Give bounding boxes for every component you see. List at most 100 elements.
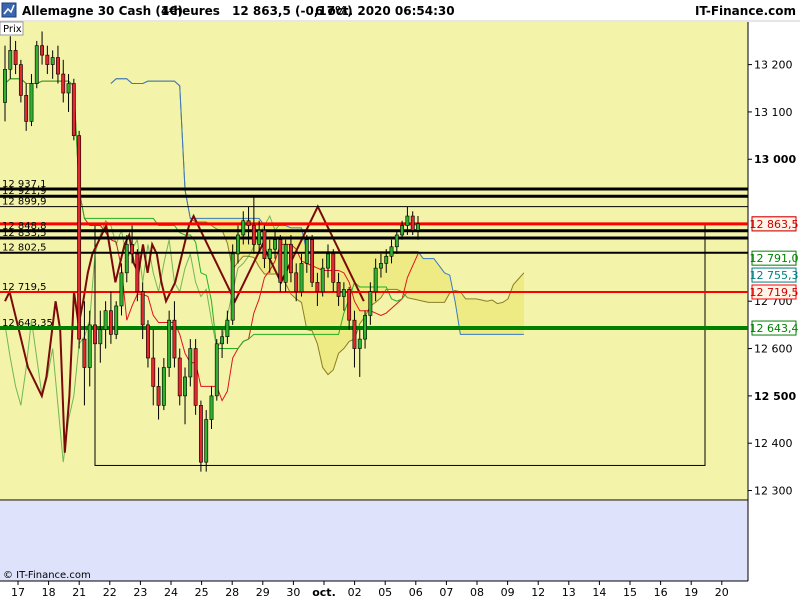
candle-down [56, 57, 60, 75]
candle-down [151, 357, 156, 387]
candle-up [379, 263, 383, 269]
candle-down [45, 54, 50, 65]
candle-up [283, 244, 288, 283]
x-tick-label: 16 [654, 586, 668, 599]
candle-down [347, 289, 352, 321]
y-tick-label: 13 200 [754, 59, 793, 72]
candle-down [77, 135, 82, 340]
candle-down [251, 225, 256, 245]
chart-canvas: Allemagne 30 Cash (1€) 4 heures 12 863,5… [0, 0, 800, 600]
x-tick-label: 12 [531, 586, 545, 599]
candle-up [124, 244, 129, 274]
level-label: 12 802,5 [2, 243, 47, 254]
candle-down [289, 244, 293, 274]
x-tick-label: 18 [42, 586, 56, 599]
x-tick-label: 13 [562, 586, 576, 599]
candle-up [394, 234, 399, 248]
y-tick-label: 13 000 [754, 153, 796, 166]
candle-down [108, 310, 113, 335]
candle-down [294, 272, 299, 293]
candle-down [146, 324, 150, 359]
candle-up [320, 267, 325, 293]
copyright: © IT-Finance.com [3, 570, 91, 581]
candle-up [389, 246, 394, 257]
candle-down [172, 319, 177, 359]
candle-down [135, 253, 140, 293]
candle-up [273, 239, 277, 250]
side-badge-text: 12 791,0 [750, 252, 799, 265]
candle-down [71, 83, 76, 136]
candle-up [373, 267, 378, 293]
candle-down [156, 386, 161, 406]
candle-up [416, 223, 420, 231]
x-tick-label: 14 [592, 586, 606, 599]
candle-up [357, 338, 362, 349]
candle-down [410, 215, 415, 231]
candle-down [331, 253, 336, 283]
candle-up [267, 248, 272, 259]
x-tick-label: oct. [312, 586, 336, 599]
candle-up [87, 324, 92, 368]
x-tick-label: 28 [225, 586, 239, 599]
candle-up [50, 57, 55, 65]
header-brand: IT-Finance.com [695, 4, 796, 18]
y-tick-label: 12 300 [754, 485, 793, 498]
x-tick-label: 07 [439, 586, 453, 599]
candle-down [278, 239, 283, 283]
side-badge-text: 12 863,5 [750, 218, 799, 231]
x-tick-label: 09 [501, 586, 515, 599]
candle-up [34, 45, 39, 84]
x-tick-label: 21 [72, 586, 86, 599]
candle-up [220, 336, 225, 345]
candle-up [257, 229, 262, 245]
candle-up [241, 220, 246, 236]
candle-up [363, 315, 367, 340]
candle-up [66, 83, 71, 94]
header-datetime: 6 oct. 2020 06:54:30 [315, 4, 455, 18]
level-label: 12 643,35 [2, 318, 53, 329]
candle-down [61, 73, 66, 94]
level-label: 12 921,9 [2, 186, 47, 197]
candle-up [341, 289, 346, 297]
candle-down [93, 324, 97, 345]
level-badge-text: 12 719,5 [750, 286, 799, 299]
candle-up [400, 225, 405, 236]
candle-up [304, 239, 309, 264]
candle-down [193, 348, 198, 406]
candle-down [140, 291, 145, 326]
candle-up [119, 272, 124, 307]
candle-up [236, 234, 240, 255]
candle-down [246, 220, 251, 226]
candle-up [368, 291, 373, 316]
candle-up [29, 83, 34, 122]
candle-up [326, 253, 330, 269]
x-tick-label: 05 [378, 586, 392, 599]
x-tick-label: 30 [286, 586, 300, 599]
candle-down [82, 338, 87, 368]
candle-down [177, 357, 182, 397]
candle-up [167, 319, 172, 368]
header-title: Allemagne 30 Cash (1€) [22, 4, 183, 18]
level-badge-text: 12 643,4 [750, 322, 799, 335]
candle-up [384, 255, 389, 264]
x-tick-label: 06 [409, 586, 423, 599]
candle-up [3, 69, 7, 103]
candle-up [299, 263, 304, 293]
candle-up [183, 376, 187, 397]
candle-down [13, 50, 18, 65]
x-tick-label: 23 [133, 586, 147, 599]
candle-up [230, 253, 235, 321]
candle-up [98, 329, 103, 345]
candle-down [262, 229, 267, 259]
candle-up [209, 395, 214, 420]
candle-up [405, 215, 410, 226]
candle-up [114, 305, 119, 335]
candle-down [315, 281, 320, 293]
y-tick-label: 13 100 [754, 106, 793, 119]
x-tick-label: 02 [348, 586, 362, 599]
y-tick-label: 12 600 [754, 343, 793, 356]
level-label: 12 719,5 [2, 282, 47, 293]
x-tick-label: 08 [470, 586, 484, 599]
level-label: 12 899,9 [2, 197, 47, 208]
x-tick-label: 19 [684, 586, 698, 599]
